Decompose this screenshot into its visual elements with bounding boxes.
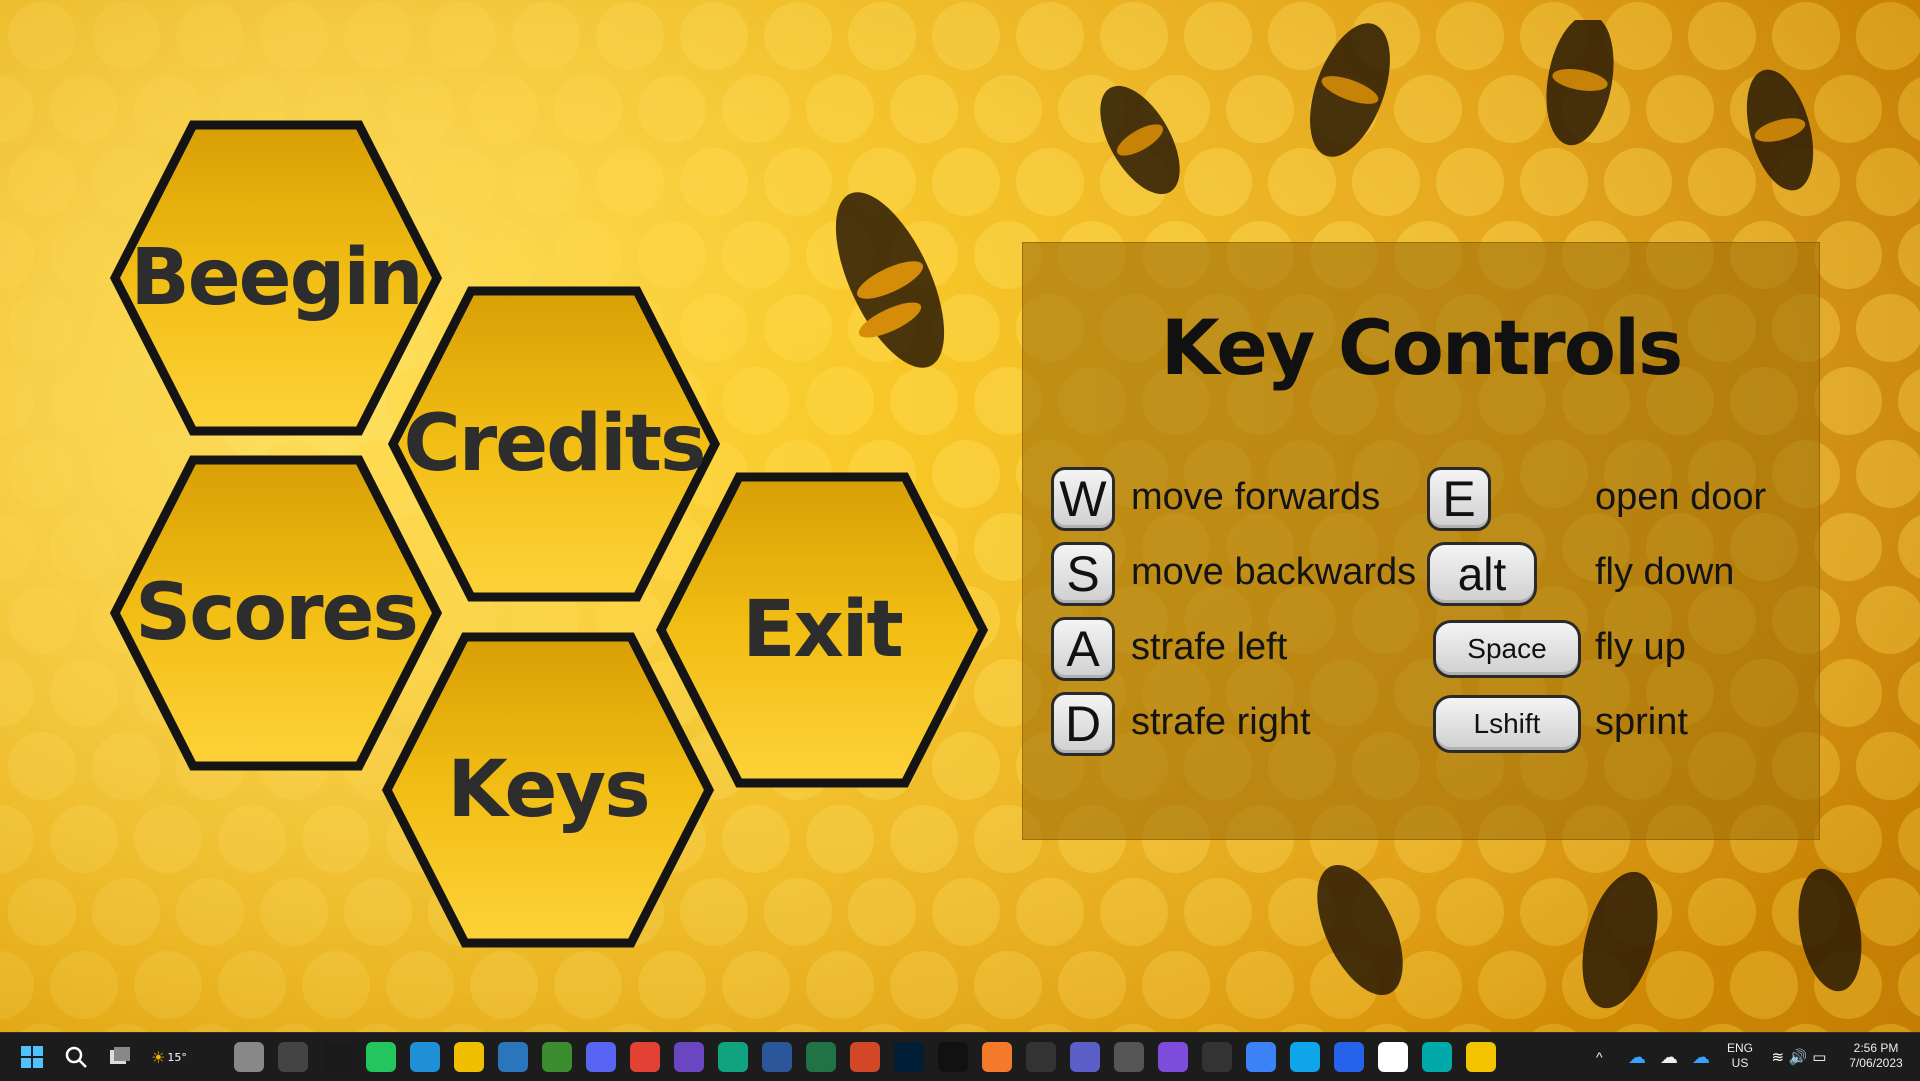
unity-icon[interactable]	[1114, 1042, 1144, 1072]
search-icon[interactable]	[61, 1042, 91, 1072]
blender-icon[interactable]	[982, 1042, 1012, 1072]
chrome-icon[interactable]	[630, 1042, 660, 1072]
clock-date: 7/06/2023	[1849, 1056, 1903, 1070]
key-a: A	[1051, 617, 1115, 681]
bees-decoration	[1100, 20, 1814, 195]
pycharm-icon[interactable]	[366, 1042, 396, 1072]
action-move-backwards: move backwards	[1131, 551, 1417, 593]
app-icon[interactable]	[1422, 1042, 1452, 1072]
terminal-icon[interactable]	[1202, 1042, 1232, 1072]
steam-icon[interactable]	[498, 1042, 528, 1072]
language-label: ENG	[1726, 1041, 1753, 1055]
bees-decoration-bottom	[1317, 864, 1862, 1009]
bee-decoration-left	[835, 192, 945, 368]
word-icon[interactable]	[762, 1042, 792, 1072]
app-icon[interactable]	[1290, 1042, 1320, 1072]
action-strafe-right: strafe right	[1131, 701, 1311, 743]
chatgpt-icon[interactable]	[718, 1042, 748, 1072]
powerpoint-icon[interactable]	[850, 1042, 880, 1072]
keys-button[interactable]: Keys	[382, 632, 714, 948]
task-view-icon[interactable]	[105, 1042, 135, 1072]
minecraft-icon[interactable]	[542, 1042, 572, 1072]
key-controls-panel: Key Controls W move forwards S move back…	[1022, 242, 1820, 840]
weather-temp: 15°	[167, 1050, 187, 1064]
excel-icon[interactable]	[806, 1042, 836, 1072]
file-explorer-icon[interactable]	[454, 1042, 484, 1072]
action-sprint: sprint	[1595, 701, 1688, 743]
onedrive-icon[interactable]: ☁	[1654, 1042, 1684, 1072]
visual-studio-icon[interactable]	[1158, 1042, 1188, 1072]
wifi-volume-battery-icon[interactable]: ≋ 🔊 ▭	[1764, 1042, 1834, 1072]
language-indicator[interactable]: ENG US	[1720, 1041, 1760, 1071]
app-icon[interactable]	[322, 1042, 352, 1072]
discord-icon[interactable]	[586, 1042, 616, 1072]
key-space: Space	[1433, 620, 1581, 678]
oculus-icon[interactable]	[938, 1042, 968, 1072]
globe-icon[interactable]	[410, 1042, 440, 1072]
snipping-tool-icon[interactable]	[1378, 1042, 1408, 1072]
game-icon[interactable]	[1466, 1042, 1496, 1072]
key-s: S	[1051, 542, 1115, 606]
weather-icon[interactable]: ☀ 15°	[149, 1042, 189, 1072]
action-open-door: open door	[1595, 476, 1767, 518]
box-icon[interactable]	[1246, 1042, 1276, 1072]
app-icon[interactable]	[234, 1042, 264, 1072]
action-fly-down: fly down	[1595, 551, 1735, 593]
key-w: W	[1051, 467, 1115, 531]
key-d: D	[1051, 692, 1115, 756]
app-icon[interactable]	[674, 1042, 704, 1072]
keys-label: Keys	[447, 745, 650, 835]
photoshop-icon[interactable]	[894, 1042, 924, 1072]
onedrive-icon[interactable]: ☁	[1622, 1042, 1652, 1072]
key-controls-title: Key Controls	[1160, 303, 1684, 392]
key-alt: alt	[1427, 542, 1537, 606]
taskbar: ☀ 15° ^ ☁ ☁ ☁ ENG US ≋ 🔊 ▭ 2:56 PM 7/06/2…	[0, 1032, 1920, 1081]
teams-icon[interactable]	[1070, 1042, 1100, 1072]
windows-start-icon[interactable]	[17, 1042, 47, 1072]
action-strafe-left: strafe left	[1131, 626, 1288, 668]
key-lshift: Lshift	[1433, 695, 1581, 753]
region-label: US	[1731, 1056, 1749, 1070]
tray-overflow-icon[interactable]: ^	[1596, 1049, 1603, 1065]
action-move-forwards: move forwards	[1131, 476, 1381, 518]
app-icon[interactable]	[278, 1042, 308, 1072]
clock-time: 2:56 PM	[1853, 1041, 1899, 1055]
key-e: E	[1427, 467, 1491, 531]
app-icon[interactable]	[1334, 1042, 1364, 1072]
en-icon[interactable]	[1026, 1042, 1056, 1072]
clock[interactable]: 2:56 PM 7/06/2023	[1836, 1041, 1916, 1071]
action-fly-up: fly up	[1595, 626, 1686, 668]
onedrive-icon[interactable]: ☁	[1686, 1042, 1716, 1072]
